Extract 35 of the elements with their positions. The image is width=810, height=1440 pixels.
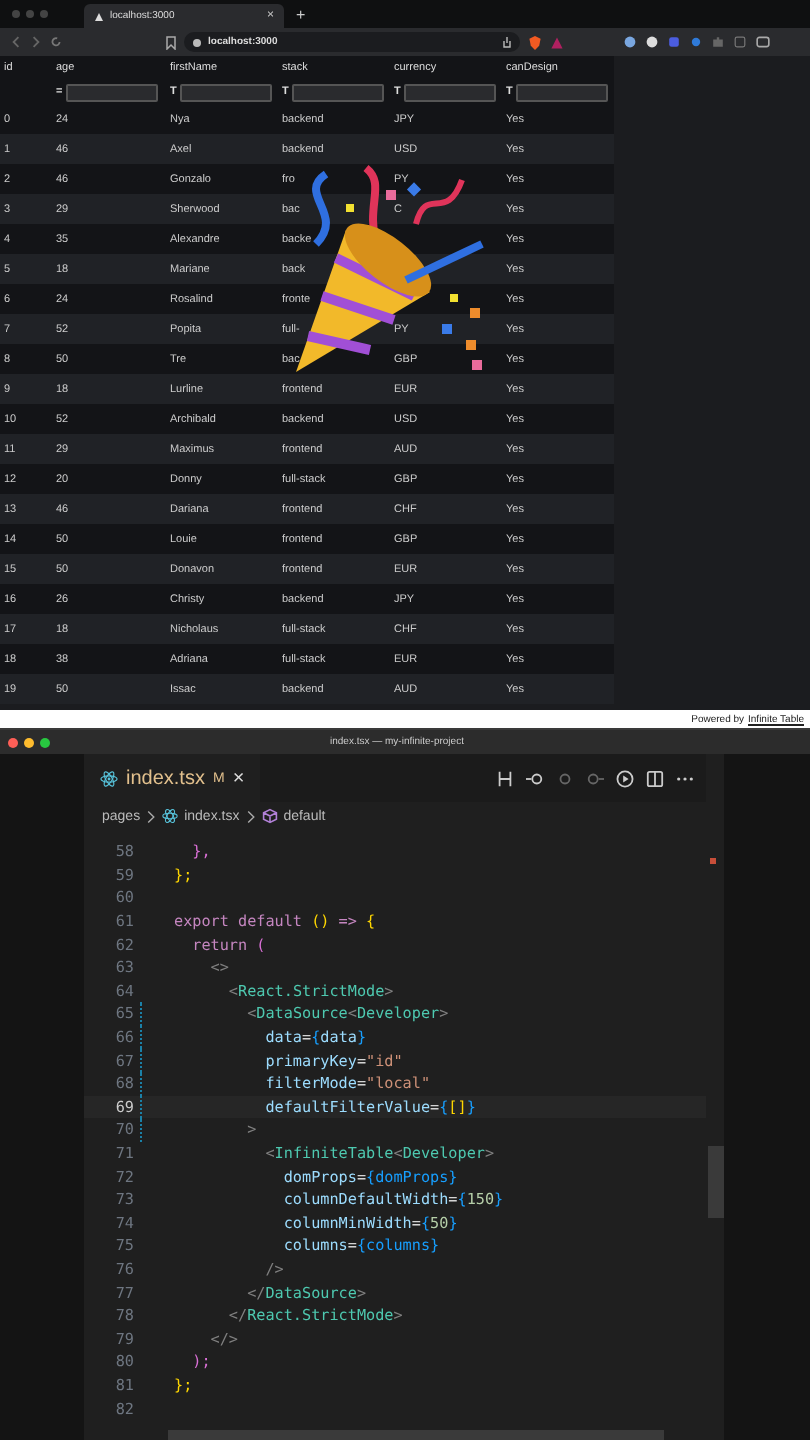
back-icon[interactable] (10, 36, 22, 48)
run-icon[interactable] (616, 769, 634, 787)
filter-input[interactable] (180, 83, 273, 101)
page-icon (94, 11, 104, 21)
next-change-icon[interactable] (586, 769, 604, 787)
shield-icon[interactable] (528, 35, 542, 49)
chevron-icon (146, 809, 157, 823)
filter-input[interactable] (404, 83, 497, 101)
split-editor-icon[interactable] (646, 769, 664, 787)
change-marker (710, 858, 716, 864)
close-tab-button[interactable]: × (232, 767, 245, 789)
site-info-icon (192, 37, 202, 47)
filter-input[interactable] (292, 83, 385, 101)
cube-icon (261, 808, 278, 824)
forward-icon[interactable] (30, 36, 42, 48)
wallet-icon[interactable] (756, 36, 770, 48)
puzzle-icon[interactable] (712, 36, 724, 48)
filter-input[interactable] (516, 83, 609, 101)
minimize-window-button[interactable] (24, 737, 34, 747)
bookmark-icon[interactable] (166, 35, 176, 49)
react-icon (162, 808, 179, 824)
reload-icon[interactable] (50, 36, 62, 48)
scrollbar-thumb[interactable] (708, 1146, 724, 1218)
close-window-button[interactable] (8, 737, 18, 747)
new-tab-button[interactable]: + (296, 5, 306, 23)
change-icon[interactable] (556, 769, 574, 787)
zoom-window-button[interactable] (40, 737, 50, 747)
sidebar-icon[interactable] (734, 36, 746, 48)
filter-input[interactable] (66, 83, 159, 101)
previous-change-icon[interactable] (526, 769, 544, 787)
compare-icon[interactable] (496, 769, 514, 787)
share-icon[interactable] (502, 36, 512, 48)
triangle-icon[interactable] (550, 35, 564, 49)
chevron-icon (245, 809, 256, 823)
react-icon (100, 769, 118, 787)
